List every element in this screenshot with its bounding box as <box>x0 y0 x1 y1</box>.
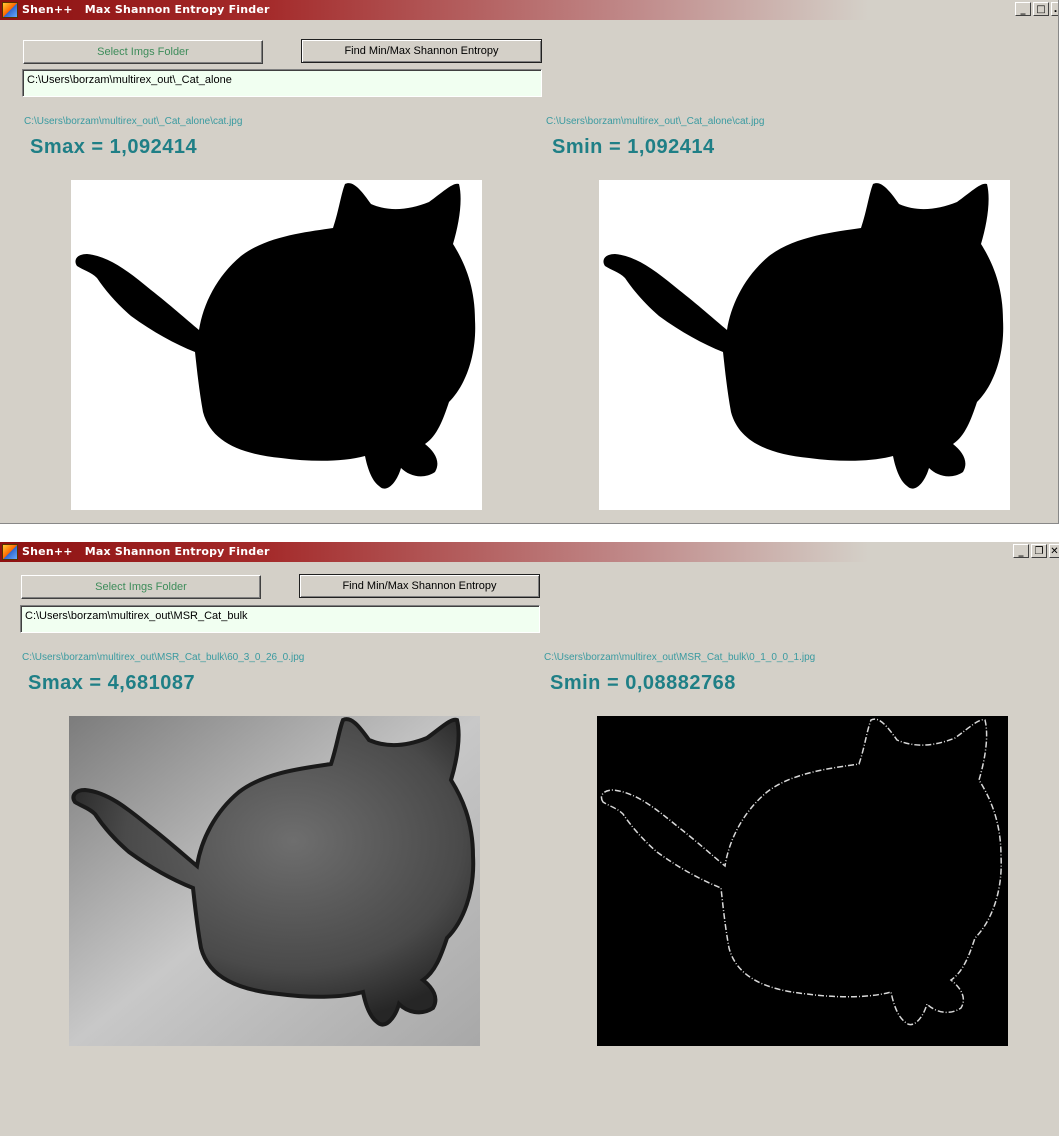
max-entropy-image <box>69 716 480 1046</box>
window-controls: _ □ . <box>1013 2 1058 18</box>
min-file-path: C:\Users\borzam\multirex_out\MSR_Cat_bul… <box>544 652 816 663</box>
smax-value: Smax = 1,092414 <box>30 136 198 158</box>
title-bar[interactable]: Shen++ Max Shannon Entropy Finder _ □ . <box>0 0 1058 20</box>
smin-value: Smin = 0,08882768 <box>550 672 736 694</box>
window-title: Shen++ Max Shannon Entropy Finder <box>22 3 270 16</box>
maximize-icon[interactable]: □ <box>1033 2 1049 16</box>
max-file-path: C:\Users\borzam\multirex_out\_Cat_alone\… <box>24 116 243 127</box>
select-folder-button[interactable]: Select Imgs Folder <box>21 575 261 599</box>
select-folder-button[interactable]: Select Imgs Folder <box>23 40 263 64</box>
minimize-icon[interactable]: _ <box>1013 544 1029 558</box>
max-file-path: C:\Users\borzam\multirex_out\MSR_Cat_bul… <box>22 652 305 663</box>
restore-icon[interactable]: ❐ <box>1031 544 1047 558</box>
app-icon <box>2 2 18 18</box>
title-bar[interactable]: Shen++ Max Shannon Entropy Finder _ ❐ ✕ <box>0 542 1059 562</box>
window-title: Shen++ Max Shannon Entropy Finder <box>22 545 270 558</box>
max-entropy-image <box>71 180 482 510</box>
smin-value: Smin = 1,092414 <box>552 136 715 158</box>
min-entropy-image <box>597 716 1008 1046</box>
close-icon[interactable]: . <box>1051 2 1058 16</box>
min-entropy-image <box>599 180 1010 510</box>
app-icon <box>2 544 18 560</box>
min-file-path: C:\Users\borzam\multirex_out\_Cat_alone\… <box>546 116 765 127</box>
find-entropy-button[interactable]: Find Min/Max Shannon Entropy <box>299 574 540 598</box>
folder-path-input[interactable]: C:\Users\borzam\multirex_out\MSR_Cat_bul… <box>20 605 540 633</box>
window-controls: _ ❐ ✕ <box>1011 544 1059 560</box>
folder-path-input[interactable]: C:\Users\borzam\multirex_out\_Cat_alone <box>22 69 542 97</box>
smax-value: Smax = 4,681087 <box>28 672 196 694</box>
find-entropy-button[interactable]: Find Min/Max Shannon Entropy <box>301 39 542 63</box>
app-window-1: Shen++ Max Shannon Entropy Finder _ □ . … <box>0 0 1059 524</box>
close-icon[interactable]: ✕ <box>1049 544 1059 558</box>
minimize-icon[interactable]: _ <box>1015 2 1031 16</box>
app-window-2: Shen++ Max Shannon Entropy Finder _ ❐ ✕ … <box>0 542 1059 1136</box>
